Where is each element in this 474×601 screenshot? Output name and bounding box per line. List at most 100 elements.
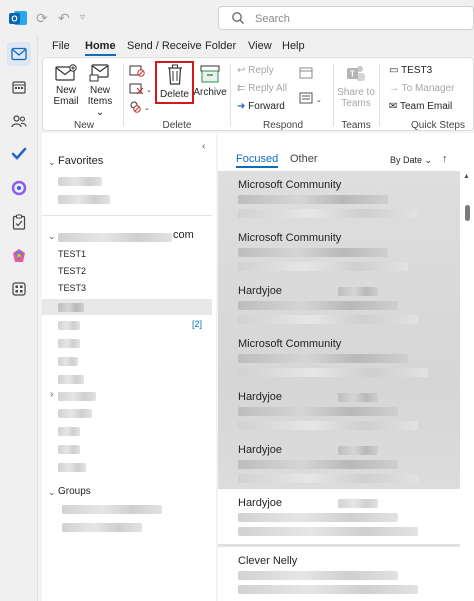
redacted-folder[interactable] xyxy=(58,445,80,454)
redacted-folder[interactable] xyxy=(58,392,96,401)
redacted-date xyxy=(338,287,378,296)
customize-toolbar-icon[interactable]: ▿ xyxy=(80,9,85,27)
redacted-preview xyxy=(238,421,418,430)
mail-icon[interactable] xyxy=(7,42,31,66)
quickstep-test3[interactable]: ▭ TEST3 xyxy=(389,65,432,76)
scroll-thumb[interactable] xyxy=(465,205,470,221)
quickstep-folder-icon: ▭ xyxy=(389,65,399,76)
cleanup-icon[interactable]: ⌄ xyxy=(129,82,153,96)
chevron-down-icon[interactable]: ⌄ xyxy=(48,157,56,168)
redacted-preview xyxy=(238,262,408,271)
folder-test3[interactable]: TEST3 xyxy=(58,283,86,293)
groups-header[interactable]: Groups xyxy=(58,486,91,497)
tab-other[interactable]: Other xyxy=(290,153,318,165)
more-respond-icon[interactable]: ⌄ xyxy=(299,92,325,104)
redacted-subject xyxy=(238,354,408,363)
share-to-teams-button[interactable]: T Share to Teams xyxy=(337,64,375,109)
delete-group-label: Delete xyxy=(162,120,192,131)
search-input[interactable]: Search xyxy=(218,6,474,30)
tab-home[interactable]: Home xyxy=(85,40,116,56)
message-item[interactable]: Microsoft Community xyxy=(218,330,460,383)
loop-icon[interactable] xyxy=(7,176,31,200)
chevron-down-icon[interactable]: ⌄ xyxy=(48,487,56,498)
redacted-folder[interactable] xyxy=(58,339,80,348)
tab-focused[interactable]: Focused xyxy=(236,153,279,168)
sync-icon[interactable]: ⟳ xyxy=(36,9,48,27)
scroll-up-icon[interactable]: ▲ xyxy=(463,173,470,180)
message-sender: Hardyjoe xyxy=(238,391,283,403)
tab-view[interactable]: View xyxy=(248,40,272,52)
folder-selected[interactable] xyxy=(42,299,212,315)
redacted-preview xyxy=(238,209,418,218)
copilot-icon[interactable] xyxy=(7,244,31,268)
new-group-label: New xyxy=(73,120,94,131)
todo-check-icon[interactable] xyxy=(7,142,31,166)
folder-pane: ‹ ⌄ Favorites ⌄ com TEST1 TEST2 TEST3 [2… xyxy=(42,133,216,601)
tab-file[interactable]: File xyxy=(52,40,70,52)
tab-send-receive[interactable]: Send / Receive xyxy=(127,40,202,52)
search-placeholder: Search xyxy=(255,13,290,25)
redacted-group[interactable] xyxy=(62,505,162,514)
apps-grid-icon[interactable] xyxy=(7,277,31,301)
redacted-account-name[interactable] xyxy=(58,233,172,242)
new-email-button[interactable]: New Email xyxy=(53,64,79,107)
reply-label: Reply xyxy=(248,65,274,76)
redacted-folder[interactable] xyxy=(58,321,80,330)
redacted-folder[interactable] xyxy=(58,357,78,366)
calendar-icon[interactable] xyxy=(7,75,31,99)
junk-icon[interactable]: ⌄ xyxy=(129,100,153,114)
message-item[interactable]: Microsoft Community xyxy=(218,171,460,224)
redacted-folder[interactable] xyxy=(58,375,84,384)
chevron-down-icon: ⌄ xyxy=(424,155,433,165)
quickstep-arrow-icon: → xyxy=(389,83,399,94)
meeting-icon[interactable] xyxy=(299,67,313,79)
forward-button[interactable]: ➜ Forward xyxy=(237,101,285,112)
redacted-folder[interactable] xyxy=(58,409,92,418)
search-icon xyxy=(231,11,245,25)
message-item[interactable]: Clever Nelly xyxy=(218,546,460,601)
undo-icon[interactable]: ↶ xyxy=(58,9,70,27)
unread-count-badge: [2] xyxy=(192,319,203,329)
title-bar: O ⟳ ↶ ▿ Search xyxy=(0,0,474,36)
message-sender: Microsoft Community xyxy=(238,232,342,244)
collapse-pane-icon[interactable]: ‹ xyxy=(202,141,205,152)
redacted-preview xyxy=(238,585,418,594)
quickstep-team-icon: ✉ xyxy=(389,101,398,112)
ignore-icon[interactable] xyxy=(129,64,149,78)
reply-all-button[interactable]: ⇇ Reply All xyxy=(237,83,287,94)
delete-button[interactable]: Delete xyxy=(157,64,192,100)
redacted-subject xyxy=(238,460,398,469)
tab-help[interactable]: Help xyxy=(282,40,305,52)
sort-dropdown[interactable]: By Date ⌄ xyxy=(390,155,432,166)
sort-direction-icon[interactable]: ↑ xyxy=(442,153,448,165)
quickstep-team-email[interactable]: ✉ Team Email xyxy=(389,101,452,112)
redacted-subject xyxy=(238,301,398,310)
scrollbar[interactable]: ▲ xyxy=(460,171,474,601)
archive-button[interactable]: Archive xyxy=(193,64,227,98)
outlook-logo-icon: O xyxy=(8,8,28,28)
folder-test1[interactable]: TEST1 xyxy=(58,249,86,259)
chevron-down-icon[interactable]: ⌄ xyxy=(48,231,56,242)
people-icon[interactable] xyxy=(7,109,31,133)
message-item[interactable]: Hardyjoe xyxy=(218,436,460,489)
redacted-folder[interactable] xyxy=(58,427,80,436)
reply-button[interactable]: ↩ Reply xyxy=(237,65,274,76)
message-item[interactable]: Hardyjoe xyxy=(218,277,460,330)
folder-test2[interactable]: TEST2 xyxy=(58,266,86,276)
new-items-button[interactable]: New Items ⌄ xyxy=(83,64,117,118)
message-item[interactable]: Microsoft Community xyxy=(218,224,460,277)
message-item[interactable]: Hardyjoe xyxy=(218,383,460,436)
new-items-label-2: Items ⌄ xyxy=(87,96,113,118)
redacted-folder[interactable] xyxy=(58,195,110,204)
tab-folder[interactable]: Folder xyxy=(205,40,236,52)
redacted-folder[interactable] xyxy=(58,463,86,472)
redacted-group[interactable] xyxy=(62,523,142,532)
clipboard-icon[interactable] xyxy=(7,210,31,234)
share-to-teams-label-1: Share to xyxy=(337,87,375,98)
message-item[interactable]: Hardyjoe xyxy=(218,489,460,544)
chevron-right-icon[interactable]: › xyxy=(50,389,53,400)
quickstep-to-manager[interactable]: → To Manager xyxy=(389,83,454,94)
redacted-folder[interactable] xyxy=(58,177,102,186)
favorites-header[interactable]: Favorites xyxy=(58,155,103,167)
svg-text:⌄: ⌄ xyxy=(146,87,152,94)
